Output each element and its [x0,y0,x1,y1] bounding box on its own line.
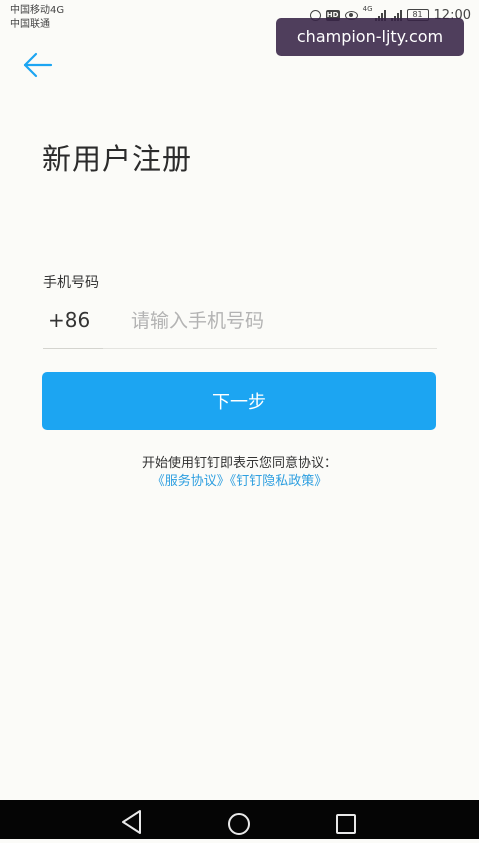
agreement-links: 《服务协议》《钉钉隐私政策》 [0,473,479,490]
country-code-underline [43,348,103,349]
system-nav-bar [0,800,479,839]
arrow-left-icon [23,52,53,78]
country-code-selector[interactable]: +86 [48,308,90,332]
network-type-label: 4G [362,5,373,13]
watermark-badge: champion-ljty.com [276,18,464,56]
nav-home-button[interactable] [209,800,269,839]
triangle-back-icon [122,810,141,834]
square-recent-icon [336,814,356,834]
privacy-policy-link[interactable]: 《钉钉隐私政策》 [230,474,328,489]
agreement-notice: 开始使用钉钉即表示您同意协议： 《服务协议》《钉钉隐私政策》 [0,455,479,490]
phone-number-input[interactable] [131,306,431,336]
service-agreement-link[interactable]: 《服务协议》 [152,474,230,489]
page-title: 新用户注册 [42,142,193,176]
phone-input-row: +86 [43,298,437,349]
agreement-text: 开始使用钉钉即表示您同意协议： [141,456,337,471]
phone-field-label: 手机号码 [43,275,99,291]
nav-recent-button[interactable] [316,800,376,839]
next-step-button[interactable]: 下一步 [42,372,436,430]
carrier-secondary: 中国联通 [10,19,50,30]
carrier-primary: 中国移动4G [10,5,65,16]
nav-back-button[interactable] [102,800,162,839]
back-button[interactable] [20,48,56,82]
circle-home-icon [228,813,250,835]
